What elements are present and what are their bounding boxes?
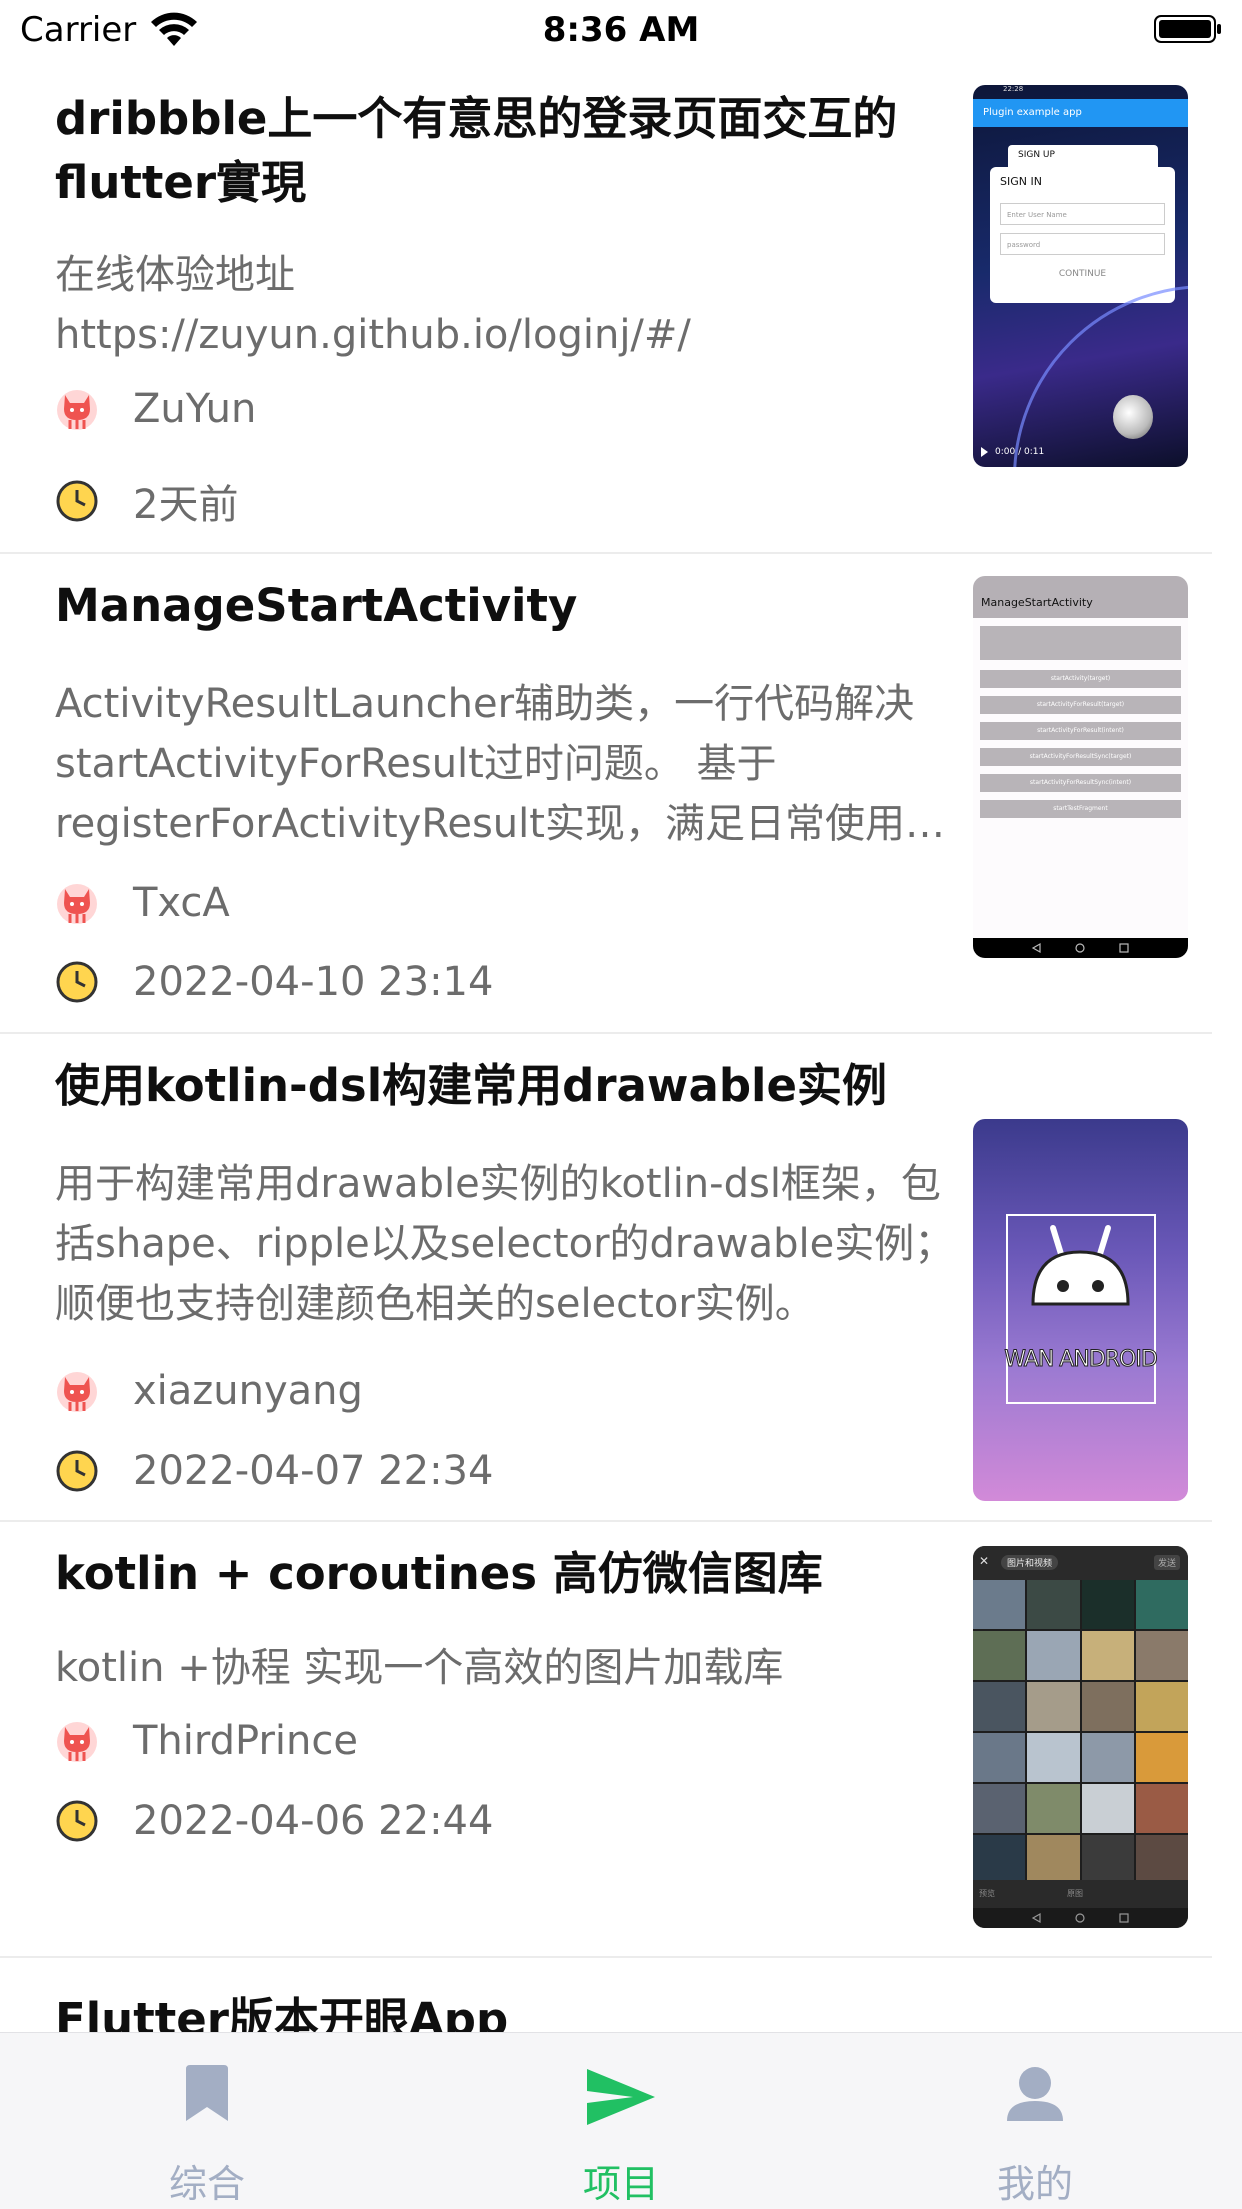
github-cat-icon (57, 884, 97, 924)
thumb-button: startTestFragment (980, 800, 1181, 818)
author-row: ZuYun (55, 386, 256, 432)
thumb-navbar (973, 938, 1188, 958)
thumb-signin-card: SIGN IN Enter User Name password CONTINU… (990, 167, 1175, 303)
clock-icon (56, 961, 98, 1003)
thumb-button-list: startActivity(target) startActivityForRe… (980, 670, 1181, 826)
thumb-button: startActivity(target) (980, 670, 1181, 688)
tab-label: 项目 (582, 2162, 659, 2206)
thumb-logo-text: WAN ANDROID (1004, 1347, 1159, 1373)
thumb-photo-grid (973, 1580, 1188, 1884)
bookmark-icon (186, 2065, 228, 2121)
thumb-original-label: 原图 (1067, 1889, 1083, 1898)
article-title: 使用kotlin-dsl构建常用drawable实例 (55, 1059, 887, 1112)
author-row: TxcA (55, 880, 230, 926)
project-thumbnail[interactable]: 22:28 Plugin example app SIGN UP SIGN IN… (973, 85, 1188, 467)
android-robot-icon (1031, 1225, 1130, 1306)
thumb-send-button: 发送 (1153, 1555, 1180, 1570)
thumb-statusbar (973, 576, 1188, 588)
clock-icon (56, 480, 98, 522)
project-thumbnail[interactable]: ManageStartActivity startActivity(target… (973, 576, 1188, 958)
article-title: dribbble上一个有意思的登录页面交互的flutter實現 (55, 92, 898, 209)
thumb-gallery-header: ✕ 图片和视频 发送 (973, 1546, 1188, 1580)
author-row: ThirdPrince (55, 1718, 358, 1764)
tab-label: 我的 (996, 2162, 1073, 2206)
play-icon (981, 447, 988, 457)
thumb-button: startActivityForResult(intent) (980, 722, 1181, 740)
thumb-appbar: Plugin example app (973, 99, 1188, 127)
tab-mine[interactable]: 我的 (828, 2033, 1242, 2209)
thumb-pass-field: password (1000, 233, 1165, 255)
thumb-navbar (973, 1908, 1188, 1928)
time-row: 2022-04-06 22:44 (55, 1798, 493, 1844)
author-name: xiazunyang (133, 1368, 363, 1414)
author-row: xiazunyang (55, 1368, 363, 1414)
clock-icon (56, 1450, 98, 1492)
author-name: TxcA (133, 880, 230, 926)
time-row: 2022-04-07 22:34 (55, 1448, 493, 1494)
tab-general[interactable]: 综合 (0, 2033, 414, 2209)
list-item[interactable]: ManageStartActivity ActivityResultLaunch… (0, 554, 1242, 1034)
person-icon (1007, 2067, 1063, 2121)
thumb-header-label: 图片和视频 (1001, 1555, 1059, 1570)
list-item[interactable]: 使用kotlin-dsl构建常用drawable实例 用于构建常用drawabl… (0, 1034, 1242, 1522)
list-item[interactable]: Flutter版本开眼App (0, 1958, 1242, 2046)
thumb-appbar: ManageStartActivity (973, 588, 1188, 618)
article-desc: kotlin +协程 实现一个高效的图片加载库 (55, 1645, 784, 1691)
article-desc: 用于构建常用drawable实例的kotlin-dsl框架，包括shape、ri… (55, 1161, 955, 1327)
author-name: ThirdPrince (133, 1718, 358, 1764)
thumb-button: startActivityForResult(target) (980, 696, 1181, 714)
thumb-placeholder-block (980, 626, 1181, 660)
time-row: 2天前 (55, 472, 238, 530)
tab-label: 综合 (168, 2162, 245, 2206)
project-thumbnail[interactable]: WAN ANDROID (973, 1119, 1188, 1501)
thumb-button: startActivityForResultSync(target) (980, 748, 1181, 766)
article-desc: ActivityResultLauncher辅助类，一行代码解决startAct… (55, 681, 945, 847)
battery-icon (1154, 15, 1221, 43)
send-icon (587, 2069, 655, 2125)
project-thumbnail[interactable]: ✕ 图片和视频 发送 预览 原图 (973, 1546, 1188, 1928)
status-bar: Carrier 8:36 AM (0, 0, 1242, 60)
thumb-continue: CONTINUE (1058, 269, 1107, 279)
article-title: kotlin + coroutines 高仿微信图库 (55, 1547, 823, 1600)
publish-time: 2022-04-06 22:44 (133, 1798, 494, 1844)
publish-time: 2022-04-07 22:34 (133, 1448, 494, 1494)
publish-time: 2天前 (133, 482, 239, 528)
thumb-video-time: 0:00 / 0:11 (995, 447, 1045, 457)
thumb-preview-label: 预览 (979, 1889, 995, 1898)
article-title: ManageStartActivity (55, 579, 578, 632)
github-cat-icon (57, 1722, 97, 1762)
author-name: ZuYun (133, 386, 257, 432)
github-cat-icon (57, 390, 97, 430)
list-item[interactable]: kotlin + coroutines 高仿微信图库 kotlin +协程 实现… (0, 1522, 1242, 1958)
clock-icon (56, 1800, 98, 1842)
thumb-button: startActivityForResultSync(intent) (980, 774, 1181, 792)
github-cat-icon (57, 1372, 97, 1412)
publish-time: 2022-04-10 23:14 (133, 959, 494, 1005)
article-desc: 在线体验地址 https://zuyun.github.io/loginj/#/ (55, 252, 691, 358)
bottom-tab-bar: 综合 项目 我的 (0, 2032, 1242, 2209)
time-row: 2022-04-10 23:14 (55, 959, 493, 1005)
close-icon: ✕ (979, 1554, 990, 1568)
thumb-status-time: 22:28 (1003, 85, 1024, 93)
thumb-gallery-footer: 预览 原图 (973, 1880, 1188, 1908)
thumb-astronaut (1113, 395, 1153, 439)
thumb-user-field: Enter User Name (1000, 203, 1165, 225)
status-time: 8:36 AM (542, 10, 700, 50)
tab-projects[interactable]: 项目 (414, 2033, 828, 2209)
thumb-signin-label: SIGN IN (1000, 175, 1042, 188)
list-item[interactable]: dribbble上一个有意思的登录页面交互的flutter實現 在线体验地址 h… (0, 60, 1242, 554)
